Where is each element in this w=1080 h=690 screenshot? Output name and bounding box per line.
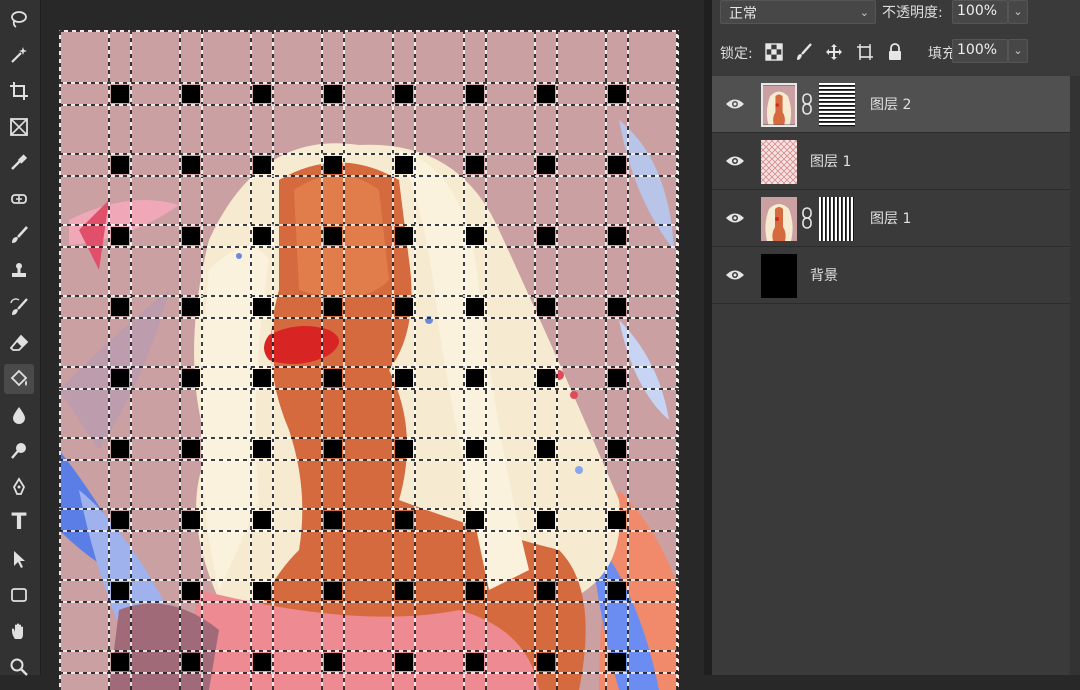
lock-all-icon[interactable] bbox=[885, 42, 905, 62]
document-canvas[interactable] bbox=[59, 30, 679, 690]
chevron-down-icon: ⌄ bbox=[1013, 5, 1023, 18]
tools-toolbar: T bbox=[0, 0, 41, 676]
layer-name: 图层 1 bbox=[870, 211, 912, 227]
eye-icon[interactable] bbox=[724, 94, 746, 114]
path-selection-icon[interactable] bbox=[4, 544, 34, 574]
fill-value: 100% bbox=[957, 42, 998, 58]
dodge-icon[interactable] bbox=[4, 436, 34, 466]
blend-mode-value: 正常 bbox=[729, 6, 757, 22]
layer-mask-thumbnail[interactable] bbox=[819, 197, 855, 241]
lock-image-pixels-icon[interactable] bbox=[794, 42, 814, 62]
opacity-input[interactable]: 100% bbox=[952, 0, 1008, 24]
chevron-down-icon: ⌄ bbox=[1013, 44, 1023, 57]
panel-divider bbox=[704, 0, 712, 675]
layer-name: 图层 2 bbox=[870, 97, 912, 113]
eyedropper-icon[interactable] bbox=[4, 147, 34, 177]
opacity-dropdown-button[interactable]: ⌄ bbox=[1008, 0, 1028, 24]
pen-icon[interactable] bbox=[4, 472, 34, 502]
crop-icon[interactable] bbox=[4, 76, 34, 106]
layer-row[interactable]: 图层 1 bbox=[712, 190, 1070, 247]
hand-icon[interactable] bbox=[4, 616, 34, 646]
eye-icon[interactable] bbox=[724, 265, 746, 285]
layer-name: 图层 1 bbox=[810, 154, 852, 170]
selection-grid-overlay bbox=[59, 30, 679, 690]
rectangle-icon[interactable] bbox=[4, 580, 34, 610]
paint-bucket-icon[interactable] bbox=[4, 364, 34, 394]
canvas-area[interactable] bbox=[41, 0, 704, 690]
healing-brush-icon[interactable] bbox=[4, 184, 34, 214]
chevron-down-icon: ⌄ bbox=[859, 6, 869, 19]
layer-row[interactable]: 背景 bbox=[712, 247, 1070, 304]
fill-dropdown-button[interactable]: ⌄ bbox=[1008, 39, 1028, 63]
layer-thumbnail[interactable] bbox=[761, 83, 797, 127]
layer-thumbnail[interactable] bbox=[761, 140, 797, 184]
lock-position-icon[interactable] bbox=[824, 42, 844, 62]
history-brush-icon[interactable] bbox=[4, 292, 34, 322]
opacity-value: 100% bbox=[957, 3, 998, 19]
eraser-icon[interactable] bbox=[4, 328, 34, 358]
clone-stamp-icon[interactable] bbox=[4, 256, 34, 286]
layers-scrollbar[interactable] bbox=[1070, 76, 1080, 675]
lasso-icon[interactable] bbox=[4, 4, 34, 34]
blend-row: 正常 ⌄ 不透明度: 100% ⌄ bbox=[712, 0, 1080, 26]
blur-icon[interactable] bbox=[4, 400, 34, 430]
fill-input[interactable]: 100% bbox=[952, 39, 1008, 63]
link-icon[interactable] bbox=[801, 93, 813, 115]
type-icon[interactable]: T bbox=[4, 508, 34, 538]
opacity-label: 不透明度: bbox=[882, 5, 943, 21]
brush-icon[interactable] bbox=[4, 220, 34, 250]
layer-thumbnail[interactable] bbox=[761, 197, 797, 241]
layers-panel: 正常 ⌄ 不透明度: 100% ⌄ 锁定: 填充: 100% ⌄ 图层 2 图层… bbox=[712, 0, 1080, 675]
eye-icon[interactable] bbox=[724, 208, 746, 228]
lock-transparent-pixels-icon[interactable] bbox=[764, 42, 784, 62]
lock-label: 锁定: bbox=[720, 46, 753, 62]
layer-thumbnail[interactable] bbox=[761, 254, 797, 298]
layer-name: 背景 bbox=[810, 268, 838, 284]
eye-icon[interactable] bbox=[724, 151, 746, 171]
layer-row[interactable]: 图层 1 bbox=[712, 133, 1070, 190]
layer-row[interactable]: 图层 2 bbox=[712, 76, 1070, 133]
lock-row: 锁定: 填充: 100% ⌄ bbox=[712, 38, 1080, 66]
layer-mask-thumbnail[interactable] bbox=[819, 83, 855, 127]
link-icon[interactable] bbox=[801, 207, 813, 229]
zoom-icon[interactable] bbox=[4, 652, 34, 682]
lock-artboard-icon[interactable] bbox=[855, 42, 875, 62]
frame-icon[interactable] bbox=[4, 112, 34, 142]
blend-mode-select[interactable]: 正常 ⌄ bbox=[720, 0, 876, 24]
magic-wand-icon[interactable] bbox=[4, 40, 34, 70]
